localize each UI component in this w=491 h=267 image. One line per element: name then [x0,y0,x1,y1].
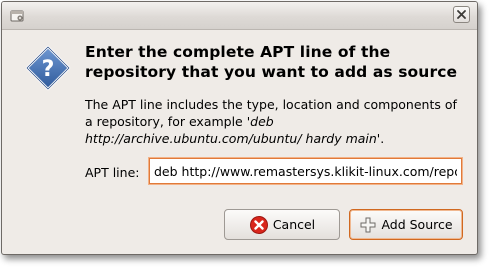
apt-line-input[interactable] [148,157,463,185]
add-icon [360,217,376,232]
apt-line-label: APT line: [85,165,140,180]
add-source-label: Add Source [381,217,453,232]
window-menu-icon[interactable] [9,7,25,23]
cancel-icon [249,215,268,234]
dialog-window: ? Enter the complete APT line of the rep… [1,1,478,255]
dialog-description: The APT line includes the type, location… [85,96,465,147]
svg-text:?: ? [42,57,55,82]
cancel-label: Cancel [272,217,316,232]
question-icon: ? [24,44,72,92]
add-source-button[interactable]: Add Source [349,209,463,240]
title-bar [2,2,477,30]
dialog-heading: Enter the complete APT line of the repos… [85,43,458,81]
description-suffix: '. [376,131,385,146]
close-icon [457,10,466,19]
close-button[interactable] [453,6,470,23]
cancel-button[interactable]: Cancel [224,209,340,240]
